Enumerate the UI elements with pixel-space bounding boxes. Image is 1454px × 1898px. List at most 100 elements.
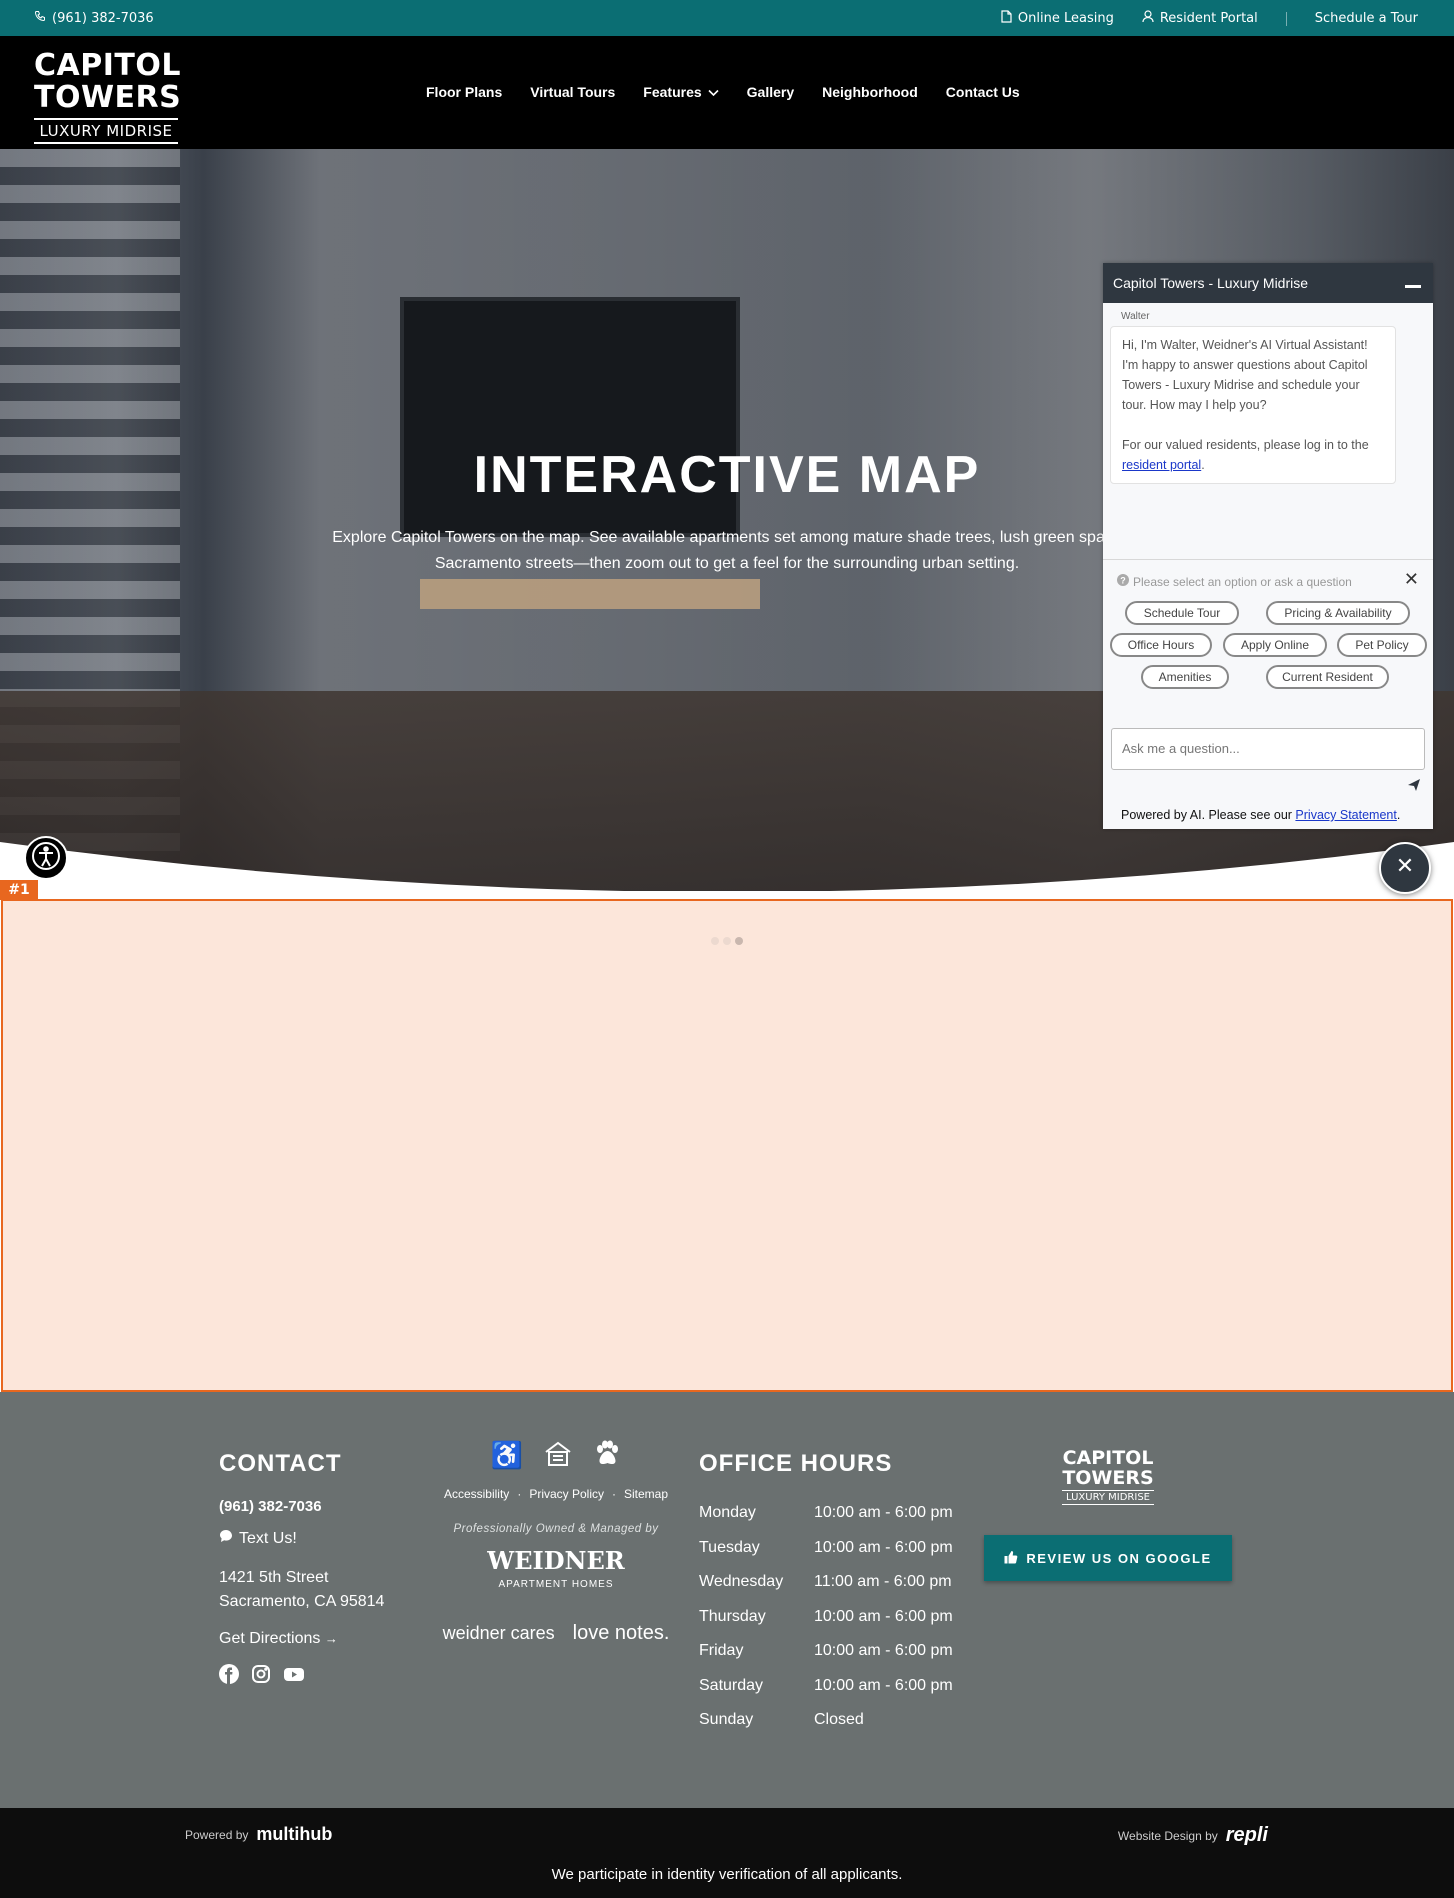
accessibility-button[interactable]	[24, 836, 68, 880]
chat-close-button[interactable]: ✕	[1379, 842, 1431, 894]
chip-schedule-tour[interactable]: Schedule Tour	[1125, 601, 1239, 625]
chat-title: Capitol Towers - Luxury Midrise	[1113, 275, 1309, 291]
logo-line-1: CAPITOL	[34, 48, 181, 83]
chat-header: Capitol Towers - Luxury Midrise	[1103, 263, 1433, 303]
social-links	[219, 1664, 384, 1689]
nav-floor-plans[interactable]: Floor Plans	[426, 84, 502, 100]
footer-logo-line-2: TOWERS	[1062, 1467, 1154, 1489]
repli-logo: repli	[1225, 1824, 1268, 1846]
accessibility-icon	[31, 841, 61, 875]
accessibility-link[interactable]: Accessibility	[444, 1487, 509, 1501]
chat-input[interactable]: Ask me a question...	[1111, 728, 1425, 770]
online-leasing-label: Online Leasing	[1017, 11, 1114, 26]
privacy-statement-link[interactable]: Privacy Statement	[1295, 808, 1396, 822]
hero-subtitle-line-1: Explore Capitol Towers on the map. See a…	[332, 529, 1122, 546]
address-line-1: 1421 5th Street	[219, 1569, 329, 1586]
minimize-icon[interactable]	[1405, 285, 1421, 288]
wheelchair-icon: ♿	[490, 1440, 524, 1470]
bottom-bar: Powered by multihub Website Design by re…	[0, 1808, 1454, 1898]
chip-office-hours[interactable]: Office Hours	[1110, 633, 1212, 657]
schedule-tour-link[interactable]: Schedule a Tour	[1315, 11, 1418, 26]
thumbs-up-icon	[1004, 1550, 1018, 1567]
nav-contact-us[interactable]: Contact Us	[946, 84, 1020, 100]
site-logo[interactable]: CAPITOL TOWERS LUXURY MIDRISE	[34, 48, 182, 144]
resident-portal-label: Resident Portal	[1159, 11, 1258, 26]
site-header: CAPITOL TOWERS LUXURY MIDRISE Floor Plan…	[0, 36, 1454, 149]
svg-text:?: ?	[1120, 576, 1126, 586]
close-options-icon[interactable]: ✕	[1404, 569, 1419, 590]
top-bar: (961) 382-7036 Online Leasing Resident P…	[0, 0, 1454, 36]
link-separator: ·	[612, 1487, 616, 1501]
loading-indicator	[711, 937, 743, 945]
address-line-2: Sacramento, CA 95814	[219, 1593, 385, 1610]
link-separator: ·	[517, 1487, 522, 1501]
nav-features[interactable]: Features	[643, 84, 719, 100]
love-notes-logo[interactable]: love notes.	[573, 1623, 670, 1643]
chat-bubble-icon	[219, 1529, 233, 1548]
logo-line-3: LUXURY MIDRISE	[34, 118, 178, 144]
weidner-logo-text: WEIDNER	[487, 1546, 625, 1575]
weidner-logo[interactable]: WEIDNER APARTMENT HOMES	[428, 1549, 684, 1597]
footer-logo-line-3: LUXURY MIDRISE	[1062, 1490, 1154, 1505]
chip-apply-online[interactable]: Apply Online	[1223, 633, 1327, 657]
text-us-link[interactable]: Text Us!	[219, 1529, 384, 1548]
chevron-down-icon	[708, 84, 719, 100]
identity-verification-text: We participate in identity verification …	[551, 1866, 903, 1883]
instagram-icon[interactable]	[251, 1664, 271, 1689]
online-leasing-link[interactable]: Online Leasing	[1001, 10, 1114, 27]
powered-by[interactable]: Powered by multihub	[185, 1824, 332, 1845]
logo-line-2: TOWERS	[34, 80, 182, 115]
chip-pet-policy[interactable]: Pet Policy	[1337, 633, 1427, 657]
user-icon	[1142, 10, 1154, 27]
office-hours-table: Monday 10:00 am - 6:00 pm Tuesday 10:00 am…	[699, 1496, 953, 1738]
weidner-cares-logo[interactable]: weidner cares	[443, 1623, 555, 1643]
hero-photo-desk	[420, 579, 760, 609]
review-us-label: REVIEW US ON GOOGLE	[1026, 1550, 1212, 1566]
hours-row: Friday 10:00 am - 6:00 pm	[699, 1642, 953, 1660]
topbar-phone-link[interactable]: (961) 382-7036	[34, 10, 154, 26]
chat-divider	[1103, 559, 1433, 560]
site-footer: CONTACT (961) 382-7036 Text Us! 1421 5th…	[0, 1392, 1454, 1808]
youtube-icon[interactable]	[283, 1664, 305, 1689]
design-by-label: Website Design by	[1117, 1828, 1218, 1843]
sitemap-link[interactable]: Sitemap	[624, 1487, 668, 1501]
topbar-divider	[1285, 11, 1287, 26]
nav-gallery[interactable]: Gallery	[747, 84, 794, 100]
footer-logo[interactable]: CAPITOL TOWERS LUXURY MIDRISE	[1062, 1448, 1154, 1505]
office-hours-heading: OFFICE HOURS	[699, 1450, 893, 1477]
weidner-logo-sub: APARTMENT HOMES	[498, 1579, 614, 1590]
schedule-tour-label: Schedule a Tour	[1314, 11, 1418, 26]
chat-prompt-text: Please select an option or ask a questio…	[1133, 574, 1352, 589]
review-us-button[interactable]: REVIEW US ON GOOGLE	[984, 1535, 1232, 1581]
question-icon: ?	[1117, 574, 1129, 589]
chip-amenities[interactable]: Amenities	[1141, 665, 1229, 689]
footer-logo-column: CAPITOL TOWERS LUXURY MIDRISE REVIEW US …	[984, 1448, 1232, 1581]
hours-row: Sunday Closed	[699, 1711, 864, 1729]
equal-housing-icon	[543, 1440, 573, 1475]
footer-phone-link[interactable]: (961) 382-7036	[219, 1498, 384, 1515]
resident-portal-link[interactable]: Resident Portal	[1142, 10, 1258, 27]
chip-pricing-availability[interactable]: Pricing & Availability	[1266, 601, 1410, 625]
resident-portal-chat-link[interactable]: resident portal	[1122, 458, 1201, 472]
main-nav: Floor Plans Virtual Tours Features Galle…	[426, 84, 1020, 100]
document-icon	[1001, 10, 1012, 27]
footer-compliance: ♿ Accessibility · Privacy Policy · Sitem…	[428, 1440, 684, 1643]
send-icon[interactable]	[1407, 778, 1421, 795]
facebook-icon[interactable]	[219, 1664, 239, 1689]
chip-current-resident[interactable]: Current Resident	[1266, 665, 1389, 689]
interactive-map-area[interactable]	[1, 899, 1453, 1392]
paw-icon	[593, 1440, 621, 1475]
hours-row: Thursday 10:00 am - 6:00 pm	[699, 1607, 953, 1625]
powered-by-label: Powered by	[185, 1827, 249, 1842]
website-design-by[interactable]: Website Design by repli	[1118, 1824, 1268, 1847]
nav-neighborhood[interactable]: Neighborhood	[822, 84, 918, 100]
hours-row: Wednesday 11:00 am - 6:00 pm	[699, 1573, 952, 1591]
highlight-tag: #1	[0, 880, 38, 900]
nav-virtual-tours[interactable]: Virtual Tours	[530, 84, 615, 100]
privacy-policy-link[interactable]: Privacy Policy	[529, 1487, 604, 1501]
footer-logo-line-1: CAPITOL	[1062, 1447, 1154, 1469]
get-directions-link[interactable]: Get Directions →	[219, 1630, 384, 1648]
hours-row: Saturday 10:00 am - 6:00 pm	[699, 1676, 953, 1694]
chat-widget: Capitol Towers - Luxury Midrise Walter H…	[1103, 263, 1433, 829]
nav-features-label: Features	[643, 84, 702, 100]
